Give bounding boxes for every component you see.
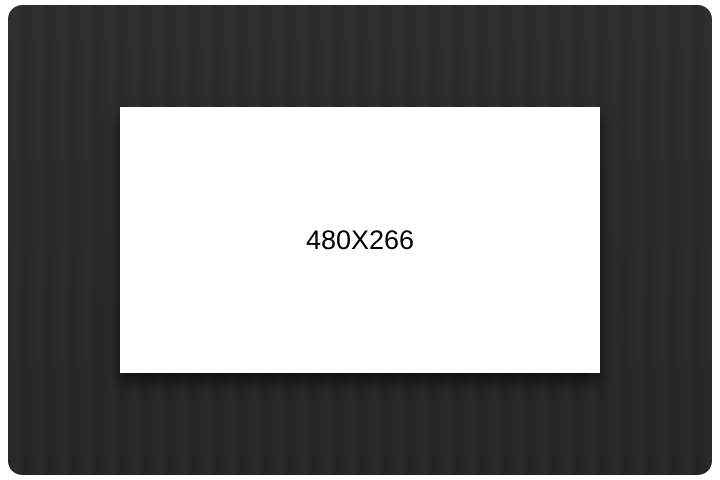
image-dimensions-label: 480X266 (305, 224, 415, 255)
image-viewer-frame: 480X266 (8, 5, 712, 475)
image-placeholder[interactable]: 480X266 (120, 107, 600, 373)
